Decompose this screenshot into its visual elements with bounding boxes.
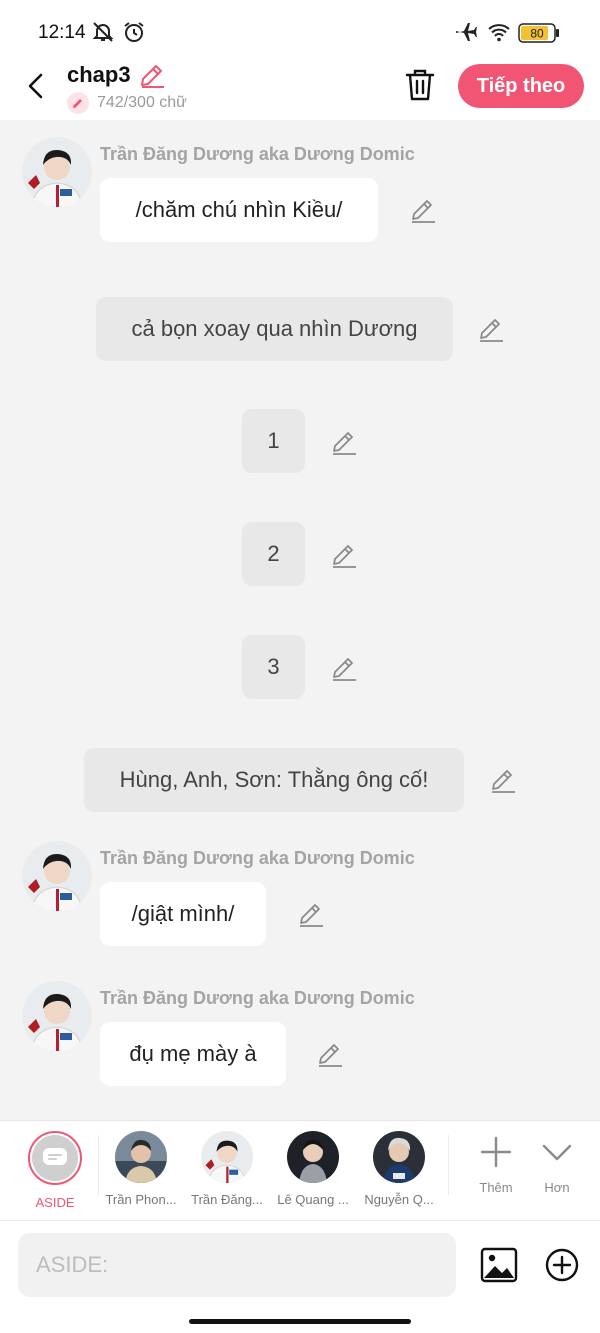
message-bubble[interactable]: đụ mẹ mày à	[100, 1022, 286, 1086]
edit-message-icon[interactable]	[316, 1040, 344, 1068]
edit-message-icon[interactable]	[297, 900, 325, 928]
status-bar: 12:14 80	[0, 0, 600, 60]
character-name: Trần Đăng...	[191, 1192, 263, 1207]
chat-bubble-icon	[43, 1148, 67, 1165]
aside-bubble[interactable]: 3	[242, 635, 305, 699]
speaker-name: Trần Đăng Dương aka Dương Domic	[100, 144, 415, 164]
message-bubble[interactable]: /chăm chú nhìn Kiều/	[100, 178, 378, 242]
character-name: Nguyễn Q...	[364, 1192, 434, 1207]
airplane-icon	[453, 20, 479, 49]
aside-option[interactable]: ASIDE	[12, 1131, 98, 1210]
word-count-text: 742/300 chữ	[97, 94, 187, 111]
expand-button[interactable]: Hơn	[527, 1135, 587, 1195]
pencil-icon	[67, 92, 89, 114]
editor-header: chap3 742/300 chữ Tiếp theo	[0, 60, 600, 120]
edit-message-icon[interactable]	[489, 766, 517, 794]
plus-icon	[480, 1136, 512, 1168]
expand-label: Hơn	[544, 1180, 570, 1195]
input-bar: ASIDE:	[0, 1220, 600, 1333]
message-input[interactable]: ASIDE:	[18, 1233, 456, 1297]
chapter-title[interactable]: chap3	[67, 62, 131, 88]
insert-image-button[interactable]	[480, 1247, 518, 1283]
divider	[448, 1135, 449, 1195]
trash-icon	[405, 69, 435, 101]
home-indicator[interactable]	[189, 1319, 411, 1324]
status-time: 12:14	[38, 22, 86, 43]
chevron-down-icon	[542, 1144, 572, 1161]
plus-circle-icon	[545, 1248, 579, 1282]
chat-area[interactable]: Trần Đăng Dương aka Dương Domic /chăm ch…	[0, 120, 600, 1120]
character-option[interactable]: Trần Đăng...	[184, 1131, 270, 1207]
battery-level: 80	[530, 27, 544, 41]
delete-button[interactable]	[404, 67, 436, 103]
character-name: Lê Quang ...	[277, 1192, 349, 1207]
avatar[interactable]	[22, 981, 92, 1051]
character-avatar	[373, 1131, 425, 1183]
edit-message-icon[interactable]	[409, 196, 437, 224]
aside-bubble[interactable]: 1	[242, 409, 305, 473]
wifi-icon	[486, 20, 512, 49]
battery-icon: 80	[518, 23, 560, 48]
message-bubble[interactable]: /giật mình/	[100, 882, 266, 946]
aside-label: ASIDE	[35, 1195, 75, 1210]
image-icon	[480, 1247, 518, 1283]
character-option[interactable]: Lê Quang ...	[270, 1131, 356, 1207]
back-button[interactable]	[18, 66, 54, 106]
character-option[interactable]: Trần Phon...	[98, 1131, 184, 1207]
edit-title-icon[interactable]	[138, 61, 166, 89]
edit-message-icon[interactable]	[330, 654, 358, 682]
word-count: 742/300 chữ	[67, 91, 187, 115]
speaker-name: Trần Đăng Dương aka Dương Domic	[100, 988, 415, 1008]
aside-bubble[interactable]: Hùng, Anh, Sơn: Thằng ông cố!	[84, 748, 464, 812]
add-character-button[interactable]: Thêm	[466, 1135, 526, 1195]
edit-message-icon[interactable]	[330, 428, 358, 456]
speaker-name: Trần Đăng Dương aka Dương Domic	[100, 848, 415, 868]
character-avatar	[287, 1131, 339, 1183]
add-character-label: Thêm	[479, 1180, 513, 1195]
aside-bubble[interactable]: cả bọn xoay qua nhìn Dương	[96, 297, 453, 361]
avatar[interactable]	[22, 841, 92, 911]
character-bar: ASIDE Trần Phon... Trần Đăng... Lê Quang…	[0, 1120, 600, 1220]
add-button[interactable]	[544, 1247, 580, 1283]
mute-icon	[91, 20, 115, 49]
character-avatar	[115, 1131, 167, 1183]
character-name: Trần Phon...	[105, 1192, 177, 1207]
alarm-icon	[122, 20, 146, 49]
next-button[interactable]: Tiếp theo	[458, 64, 584, 108]
character-avatar	[201, 1131, 253, 1183]
edit-message-icon[interactable]	[477, 315, 505, 343]
edit-message-icon[interactable]	[330, 541, 358, 569]
back-arrow-icon	[28, 73, 43, 99]
avatar[interactable]	[22, 137, 92, 207]
character-option[interactable]: Nguyễn Q...	[356, 1131, 442, 1207]
aside-bubble[interactable]: 2	[242, 522, 305, 586]
